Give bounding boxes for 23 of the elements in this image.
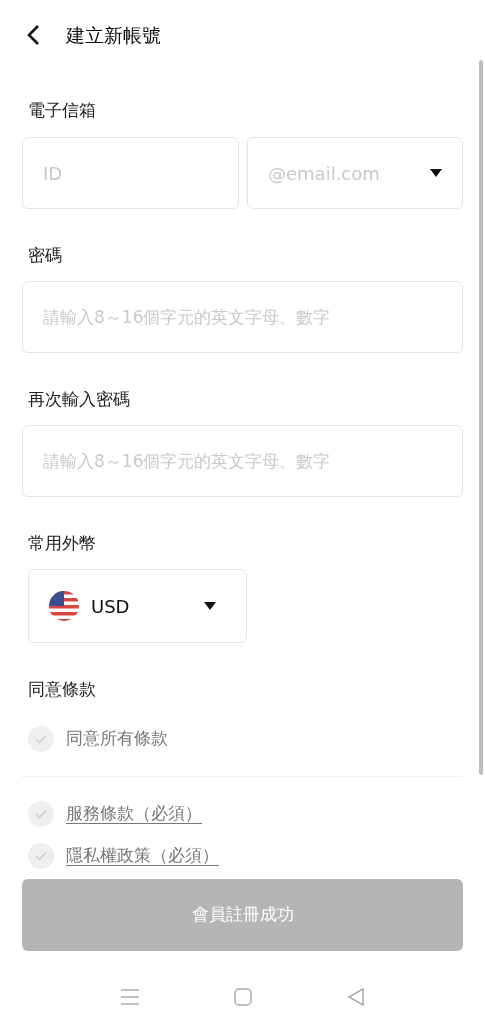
- back-nav-icon[interactable]: [346, 988, 365, 1006]
- field-label: 常用外幣: [28, 535, 97, 552]
- terms-link[interactable]: 隱私權政策（必須）: [66, 843, 219, 869]
- field-label: 密碼: [28, 247, 63, 264]
- checkbox[interactable]: [28, 843, 54, 869]
- field-label: 再次輸入密碼: [28, 391, 131, 408]
- flag-icon: [49, 591, 79, 621]
- caret-icon: [430, 169, 442, 177]
- page-title: 建立新帳號: [66, 22, 161, 48]
- check-icon: [35, 734, 47, 744]
- back-icon[interactable]: [26, 24, 40, 46]
- menu-icon[interactable]: [120, 989, 139, 1005]
- check-icon: [35, 809, 47, 819]
- currency-dropdown[interactable]: USD: [28, 569, 247, 643]
- terms-link[interactable]: 服務條款（必須）: [66, 801, 202, 827]
- check-icon: [35, 851, 47, 861]
- checkbox[interactable]: [28, 801, 54, 827]
- checkbox[interactable]: [28, 726, 54, 752]
- field-label: 同意條款: [28, 681, 97, 698]
- home-icon[interactable]: [233, 988, 252, 1006]
- field-label: 電子信箱: [28, 102, 97, 119]
- caret-icon: [204, 602, 216, 610]
- checkbox-label: 同意所有條款: [66, 727, 168, 751]
